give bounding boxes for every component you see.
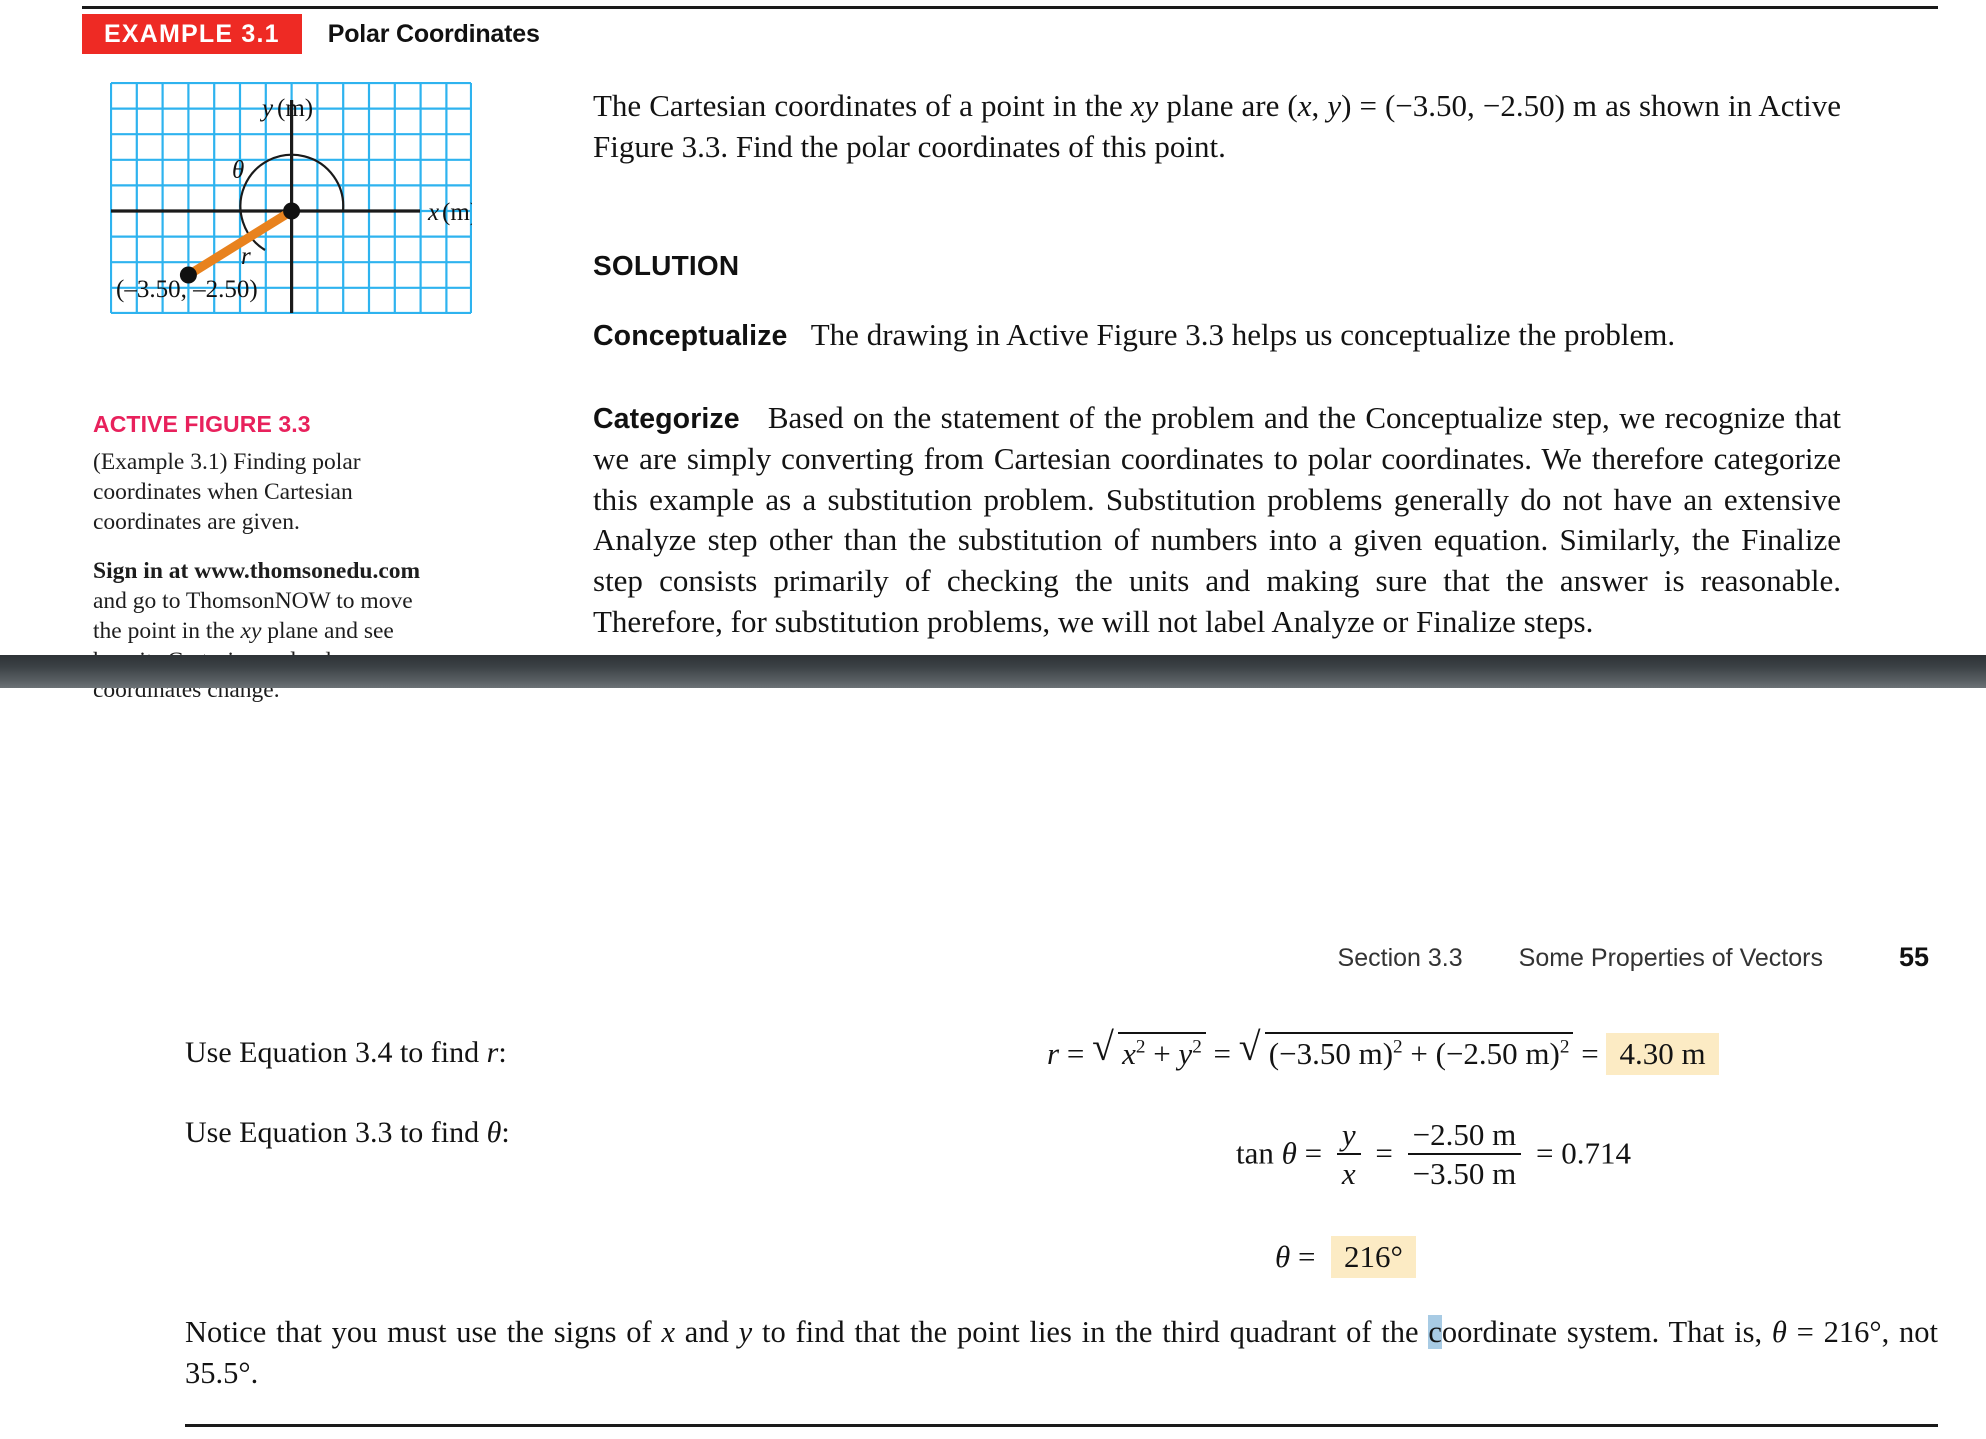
- row2-label-a: Use Equation 3.3 to find: [185, 1116, 487, 1149]
- note-var-y: y: [738, 1315, 753, 1349]
- x-axis-unit: (m): [442, 199, 472, 226]
- eq-r-equals-3: =: [1581, 1036, 1599, 1071]
- page-number: 55: [1898, 942, 1929, 972]
- radical-glyph-1: √: [1092, 1025, 1114, 1069]
- origin-point: [283, 202, 301, 220]
- page-bottom-rule: [185, 1424, 1938, 1427]
- intro-xy: xy: [1130, 88, 1159, 123]
- eq-r-equals-2: =: [1213, 1036, 1232, 1071]
- row1-label-a: Use Equation 3.4 to find: [185, 1036, 487, 1069]
- row2-label-b: :: [501, 1116, 510, 1149]
- figure-caption-body: (Example 3.1) Finding polar coordinates …: [93, 449, 361, 535]
- example-body-column: The Cartesian coordinates of a point in …: [593, 86, 1841, 643]
- note-part1: Notice that you must use the signs of: [185, 1315, 662, 1349]
- radical-body-1: x2 + y2: [1118, 1032, 1206, 1072]
- page-top-rule: [82, 6, 1938, 9]
- equation-tan-theta: tan θ = yx = −2.50 m −3.50 m = 0.714: [1236, 1117, 1631, 1193]
- intro-comma: ,: [1311, 88, 1328, 123]
- note-var-x: x: [661, 1315, 676, 1349]
- eq-tan-result: 0.714: [1561, 1135, 1631, 1171]
- eq-tan-equals-2: =: [1375, 1135, 1393, 1171]
- equation-r: r = √ x2 + y2 = √ (−3.50 m)2 + (−2.50 m)2 …: [1047, 1025, 1719, 1075]
- note-var-theta: θ: [1771, 1315, 1787, 1349]
- conceptualize-text: The drawing in Active Figure 3.3 helps u…: [810, 316, 1676, 352]
- eq-tan-equals-1: =: [1304, 1135, 1323, 1171]
- answer-r-highlight: 4.30 m: [1606, 1033, 1719, 1075]
- running-head-title: Some Properties of Vectors: [1518, 944, 1823, 972]
- fraction-numerator-y: y: [1341, 1117, 1356, 1152]
- fraction-denominator-value: −3.50 m: [1407, 1153, 1522, 1191]
- theta-result-equals: =: [1297, 1239, 1316, 1274]
- polar-coordinate-grid: y (m) x (m) θ r (–3.50, –2.50): [110, 82, 472, 314]
- theta-result-line: θ = 216°: [1275, 1236, 1416, 1278]
- x-axis-label: x: [427, 199, 439, 226]
- row1-label-b: :: [498, 1036, 507, 1069]
- use-equation-3-4-label: Use Equation 3.4 to find r:: [185, 1036, 507, 1070]
- closing-note-paragraph: Notice that you must use the signs of x …: [185, 1312, 1938, 1393]
- example-title: Polar Coordinates: [327, 19, 540, 48]
- row2-label-var: θ: [486, 1116, 502, 1149]
- example-header: EXAMPLE 3.1 Polar Coordinates: [82, 14, 540, 54]
- theta-result-symbol: θ: [1275, 1239, 1291, 1274]
- intro-text-a: The Cartesian coordinates of a point in …: [593, 88, 1131, 123]
- fraction-numerator-value: −2.50 m: [1412, 1117, 1517, 1152]
- categorize-text: Based on the statement of the problem an…: [593, 399, 1841, 640]
- categorize-heading: Categorize: [593, 402, 740, 435]
- eq-r-x-exp: 2: [1135, 1036, 1146, 1058]
- conceptualize-heading: Conceptualize: [593, 319, 788, 352]
- thomsonedu-signin-text: Sign in at www.thomsonedu.com: [93, 558, 421, 584]
- figure-caption-heading: ACTIVE FIGURE 3.3: [93, 411, 311, 437]
- answer-theta-highlight: 216°: [1330, 1236, 1416, 1278]
- radical-values: √ (−3.50 m)2 + (−2.50 m)2: [1238, 1025, 1574, 1072]
- intro-x: x: [1297, 88, 1312, 123]
- eq-r-equals-1: =: [1066, 1036, 1085, 1071]
- page-divider-bar: [0, 655, 1986, 688]
- eq-r-plus-2: +: [1410, 1036, 1428, 1071]
- fraction-values: −2.50 m −3.50 m: [1407, 1117, 1522, 1191]
- intro-y: y: [1327, 88, 1342, 123]
- fraction-denominator-x: x: [1336, 1153, 1361, 1191]
- eq-r-lhs: r: [1047, 1036, 1060, 1071]
- radical-body-2: (−3.50 m)2 + (−2.50 m)2: [1264, 1032, 1574, 1072]
- example-number-badge: EXAMPLE 3.1: [82, 14, 302, 54]
- row1-label-var: r: [486, 1036, 499, 1069]
- eq-tan-theta-sym: θ: [1281, 1135, 1297, 1171]
- use-equation-3-3-label: Use Equation 3.3 to find θ:: [185, 1116, 510, 1150]
- note-part4: oordinate system. That is,: [1441, 1315, 1772, 1349]
- eq-tan-equals-3: =: [1535, 1135, 1554, 1171]
- intro-text-b: plane are (: [1158, 88, 1298, 123]
- active-figure-3-3: y (m) x (m) θ r (–3.50, –2.50): [110, 82, 472, 314]
- eq-r-val1: (−3.50 m): [1268, 1036, 1394, 1071]
- note-part2: and: [675, 1315, 739, 1349]
- y-axis-label: y: [259, 95, 274, 122]
- y-axis-unit: (m): [277, 95, 313, 122]
- eq-r-y: y: [1178, 1036, 1193, 1071]
- theta-label: θ: [232, 157, 244, 184]
- eq-r-x: x: [1122, 1036, 1136, 1071]
- running-head: Section 3.3 Some Properties of Vectors 5…: [0, 942, 1986, 973]
- running-head-section: Section 3.3: [1337, 944, 1463, 972]
- r-label: r: [241, 243, 251, 270]
- solution-heading: SOLUTION: [593, 249, 740, 281]
- eq-r-plus-1: +: [1153, 1036, 1171, 1071]
- note-part3: to find that the point lies in the third…: [752, 1315, 1429, 1349]
- radical-xy: √ x2 + y2: [1092, 1025, 1206, 1072]
- eq-r-y-exp: 2: [1192, 1036, 1202, 1058]
- eq-r-val2: (−2.50 m): [1435, 1036, 1560, 1071]
- categorize-paragraph: Categorize Based on the statement of the…: [593, 398, 1841, 643]
- radical-glyph-2: √: [1238, 1025, 1261, 1069]
- fraction-y-over-x: yx: [1336, 1117, 1361, 1191]
- conceptualize-paragraph: Conceptualize The drawing in Active Figu…: [593, 315, 1841, 356]
- selected-character[interactable]: c: [1428, 1315, 1442, 1349]
- eq-r-val1-exp: 2: [1393, 1036, 1403, 1058]
- eq-tan-fn: tan: [1236, 1135, 1274, 1171]
- problem-statement: The Cartesian coordinates of a point in …: [593, 86, 1841, 168]
- eq-r-val2-exp: 2: [1559, 1036, 1570, 1058]
- figure-note-xy: xy: [240, 617, 262, 644]
- point-coordinates-label: (–3.50, –2.50): [116, 276, 258, 303]
